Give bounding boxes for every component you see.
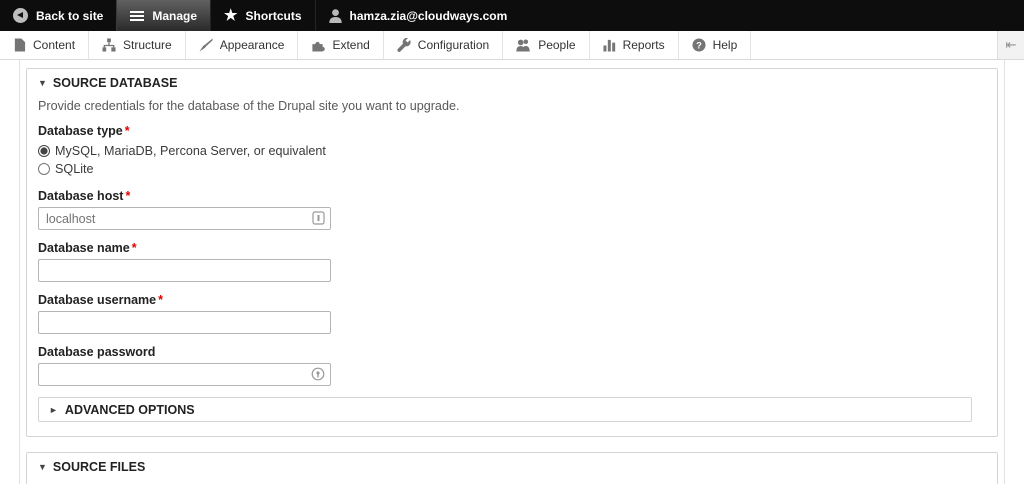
advanced-options-toggle[interactable]: ► ADVANCED OPTIONS	[38, 397, 972, 422]
user-account-tab[interactable]: hamza.zia@cloudways.com	[314, 0, 521, 31]
chevron-down-icon: ▼	[38, 462, 47, 472]
wrench-icon	[397, 38, 411, 52]
bar-chart-icon	[603, 39, 615, 52]
puzzle-icon	[312, 41, 326, 52]
shortcuts-label: Shortcuts	[245, 8, 302, 23]
advanced-options-title: ADVANCED OPTIONS	[64, 402, 195, 417]
svg-text:?: ?	[696, 40, 702, 50]
manage-label: Manage	[152, 8, 198, 23]
radio-option-mysql[interactable]: MySQL, MariaDB, Percona Server, or equiv…	[38, 142, 986, 160]
menu-tab-reports[interactable]: Reports	[589, 31, 679, 59]
shortcuts-tab[interactable]: ★ Shortcuts	[210, 0, 314, 31]
database-name-label: Database name *	[38, 241, 137, 255]
required-asterisk: *	[124, 124, 130, 138]
menu-tab-structure[interactable]: Structure	[89, 31, 186, 59]
menu-tab-label: Appearance	[219, 38, 285, 52]
source-files-legend[interactable]: ▼ SOURCE FILES	[38, 460, 986, 474]
menu-tab-label: Extend	[332, 38, 370, 52]
source-database-legend[interactable]: ▼ SOURCE DATABASE	[38, 76, 986, 90]
mysql-radio-label: MySQL, MariaDB, Percona Server, or equiv…	[55, 144, 326, 158]
document-icon	[14, 38, 26, 52]
back-to-site-label: Back to site	[36, 8, 104, 23]
menu-tab-label: Reports	[622, 38, 665, 52]
database-username-label: Database username *	[38, 293, 163, 307]
password-manager-icon[interactable]	[311, 367, 325, 381]
user-email-label: hamza.zia@cloudways.com	[349, 8, 508, 23]
database-password-input[interactable]	[38, 363, 331, 386]
source-database-description: Provide credentials for the database of …	[38, 99, 460, 113]
radio-option-sqlite[interactable]: SQLite	[38, 160, 986, 178]
form-container: ▼ SOURCE DATABASE Provide credentials fo…	[19, 60, 1005, 484]
manage-tab[interactable]: Manage	[116, 0, 211, 31]
back-arrow-icon	[13, 8, 28, 23]
menu-tab-label: Help	[712, 38, 738, 52]
source-files-fieldset: ▼ SOURCE FILES Files directory To import…	[26, 452, 998, 484]
star-icon: ★	[224, 7, 238, 24]
people-icon	[516, 39, 531, 52]
required-asterisk: *	[125, 189, 131, 203]
database-host-label: Database host *	[38, 189, 131, 203]
required-asterisk: *	[158, 293, 163, 307]
paintbrush-icon	[199, 38, 213, 52]
drupal-admin-screen: Back to site Manage ★ Shortcuts hamza.zi…	[0, 0, 1024, 484]
toolbar-orientation-toggle[interactable]: ⇤	[997, 31, 1024, 59]
menu-tab-content[interactable]: Content	[0, 31, 90, 59]
menu-tab-appearance[interactable]: Appearance	[185, 31, 299, 59]
sqlite-radio[interactable]	[38, 163, 50, 175]
menu-tab-label: Content	[33, 38, 76, 52]
database-type-label: Database type *	[38, 124, 130, 138]
user-icon	[328, 8, 342, 23]
required-asterisk: *	[131, 241, 137, 255]
menu-tab-help[interactable]: ? Help	[678, 31, 752, 59]
sqlite-radio-label: SQLite	[55, 162, 94, 176]
database-password-label: Database password	[38, 345, 156, 359]
source-database-title: SOURCE DATABASE	[52, 76, 178, 90]
mysql-radio[interactable]	[38, 145, 50, 157]
chevron-right-icon: ►	[49, 404, 58, 415]
menu-tab-label: Configuration	[417, 38, 490, 52]
menu-tab-extend[interactable]: Extend	[298, 31, 384, 59]
menu-bar-spacer	[751, 31, 997, 59]
back-to-site-button[interactable]: Back to site	[0, 0, 116, 31]
page-content: ▼ SOURCE DATABASE Provide credentials fo…	[0, 60, 1024, 484]
menu-tab-label: People	[538, 38, 576, 52]
source-files-title: SOURCE FILES	[52, 460, 146, 474]
database-username-input[interactable]	[38, 311, 331, 334]
help-icon: ?	[692, 38, 706, 52]
menu-tab-people[interactable]: People	[503, 31, 590, 59]
source-database-fieldset: ▼ SOURCE DATABASE Provide credentials fo…	[26, 68, 998, 437]
collapse-left-icon: ⇤	[1005, 37, 1017, 52]
database-name-input[interactable]	[38, 259, 331, 282]
chevron-down-icon: ▼	[38, 78, 47, 88]
autofill-extension-icon[interactable]	[312, 211, 325, 225]
menu-tab-configuration[interactable]: Configuration	[383, 31, 504, 59]
admin-menu-bar: Content Structure Appearance Extend Conf…	[0, 31, 1024, 60]
database-host-input[interactable]	[38, 207, 331, 230]
admin-toolbar: Back to site Manage ★ Shortcuts hamza.zi…	[0, 0, 1024, 31]
sitemap-icon	[102, 38, 116, 52]
menu-tab-label: Structure	[123, 38, 172, 52]
hamburger-icon	[130, 10, 145, 21]
